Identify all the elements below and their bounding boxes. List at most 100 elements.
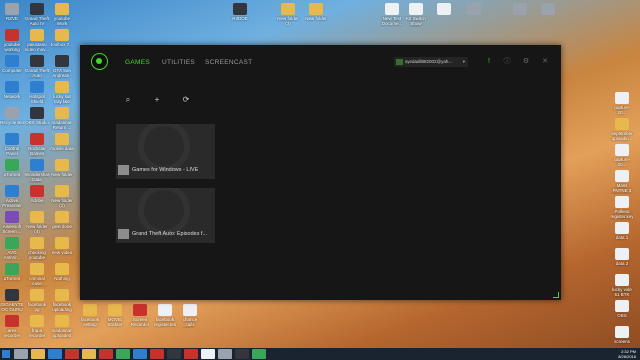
desktop-icon[interactable]: uTorrent [0,263,24,287]
tab-screencast[interactable]: SCREENCAST [205,59,252,66]
desktop-icon[interactable]: Kit Switch Show App... [404,3,428,27]
desktop-icon[interactable]: facebook uploading [50,289,74,313]
desktop-icon[interactable]: capture-20... [610,92,634,116]
desktop-icon[interactable]: Aiseesoft Screen ... [0,211,24,235]
desktop-icon[interactable] [508,3,532,27]
desktop-icon[interactable]: youtube working 2016 [0,29,24,53]
taskbar-app-icon[interactable] [82,349,96,359]
desktop-icon[interactable]: GTA San Andreas - ... [50,55,74,79]
desktop-icon[interactable]: frapa recorder [25,315,49,339]
desktop-icon[interactable]: youtube Work [50,3,74,27]
desktop-icon[interactable]: New folder [50,159,74,183]
desktop-icon[interactable]: Rockstar Games Soci... [25,133,49,157]
desktop-icon-label: facebook register.tes [153,317,176,327]
tab-utilities[interactable]: UTILITIES [162,59,195,66]
desktop-icon[interactable]: Pollena register.key 2 [610,196,634,220]
taskbar-app-icon[interactable] [48,349,62,359]
desktop-icon[interactable]: screens [610,326,634,350]
add-game-icon[interactable]: + [152,95,162,105]
desktop-icon[interactable]: gest done [50,211,74,235]
game-card[interactable]: Grand Theft Auto: Episodes f... [116,188,215,243]
desktop-icon[interactable]: RIIDOE [228,3,252,27]
desktop-icon[interactable]: Hotspot Shield [25,81,49,105]
taskbar-app-icon[interactable] [218,349,232,359]
desktop-icon[interactable]: AVG AntiVir... [0,237,24,261]
desktop-icon-label: chance calls Annie... [182,317,198,328]
desktop-icon[interactable]: toolbox 7... [50,29,74,53]
game-card[interactable]: Games for Windows - LIVE [116,124,215,179]
desktop-icon[interactable]: madasnan Return ... [50,107,74,131]
desktop-icon[interactable] [536,3,560,27]
desktop-icon[interactable]: New folder (2) [50,185,74,209]
desktop-icon[interactable]: Screen Recorder [128,304,152,328]
desktop-icon[interactable]: Active Presenter [0,185,24,209]
desktop-icon[interactable]: Mass FNTNE 3 2016-09... [610,170,634,194]
desktop-icon[interactable]: criminal case world.page [25,263,49,287]
desktop-icon[interactable]: MOVIE Stickter [103,304,127,328]
desktop-icon-label: data 1 [615,235,629,240]
desktop-icon[interactable] [432,3,456,27]
taskbar-app-icon[interactable] [65,349,79,359]
desktop-icon[interactable]: chance calls Annie... [178,304,202,328]
desktop-icon[interactable]: OBS [610,300,634,324]
desktop-icon[interactable]: New folder (4) [25,211,49,235]
account-dropdown[interactable]: syedadil882002@yah... ▾ [394,57,468,67]
desktop-icon[interactable]: Grand Theft Auto Episod... [25,55,49,79]
desktop-icon[interactable]: facebook setting [78,304,102,328]
system-clock[interactable]: 2:32 PM 8/26/2016 [618,349,636,359]
taskbar-app-icon[interactable] [133,349,147,359]
desktop-icon[interactable]: Grand Theft Auto IV [25,3,49,27]
desktop-icon[interactable]: New Text Docume... [380,3,404,27]
desktop-icon[interactable]: Control Panel [0,133,24,157]
taskbar-razer-cortex-icon[interactable] [252,349,266,359]
tab-games[interactable]: GAMES [125,59,150,66]
taskbar-app-icon[interactable] [184,349,198,359]
desktop-icon[interactable] [462,3,486,27]
desktop-icon[interactable]: RZVE [0,3,24,27]
desktop-icon[interactable]: checking youtube [25,237,49,261]
desktop-icon[interactable]: Nothing [50,263,74,287]
start-button-icon[interactable] [2,350,10,358]
desktop-icon[interactable]: capture-20... [610,144,634,168]
search-icon[interactable]: ⌕ [123,95,133,105]
taskbar-folder-icon[interactable] [31,349,45,359]
desktop-icon[interactable]: uTorrent [0,159,24,183]
desktop-icon[interactable]: data 1 [610,222,634,246]
desktop-icon[interactable]: mobile data [50,133,74,157]
taskbar-app-icon[interactable] [235,349,249,359]
desktop-icon[interactable]: Wondershare Data Recov... [25,159,49,183]
taskbar-app-icon[interactable] [116,349,130,359]
desktop-icon[interactable]: Recycle Bin [0,107,24,131]
razer-cortex-logo-icon[interactable] [91,53,108,70]
desktop-icon[interactable]: New folder [304,3,328,27]
desktop-icon[interactable]: september uploadin... [610,118,634,142]
desktop-icon[interactable]: madasnan uploaded [50,315,74,339]
desktop-icon[interactable]: facebook pg [25,289,49,313]
desktop-icon[interactable]: OBS Studio [25,107,49,131]
taskbar-app-icon[interactable] [150,349,164,359]
desktop-icon[interactable]: Computer [0,55,24,79]
desktop-icon[interactable]: lucky vide 51 BTK dun... [610,274,634,298]
taskbar-app-icon[interactable] [99,349,113,359]
notification-icon[interactable]: ! [485,57,493,66]
desktop-icon[interactable]: GIGABYTE OC GURU [0,289,24,313]
taskbar-app-icon[interactable] [167,349,181,359]
refresh-icon[interactable]: ⟳ [181,95,191,105]
desktop-icon[interactable]: Adobe [25,185,49,209]
desktop-icon[interactable]: New folder (3) [276,3,300,27]
desktop-icon[interactable]: facebook register.tes [153,304,177,328]
desktop-icon[interactable]: new video [50,237,74,261]
resize-handle[interactable] [553,292,559,298]
desktop-icon[interactable]: ares recorder [0,315,24,339]
taskbar-app-icon[interactable] [201,349,215,359]
desktop-icon[interactable]: pakistanu video mov... [25,29,49,53]
desktop-icon[interactable]: Network [0,81,24,105]
desktop-icon-label [536,16,560,27]
taskbar-app-icon[interactable] [14,349,28,359]
settings-gear-icon[interactable]: ⚙ [522,57,530,66]
desktop-icon-image [30,107,44,119]
desktop-icon[interactable]: lucky sat tray f&e ready ... [50,81,74,105]
close-icon[interactable]: ✕ [541,57,549,66]
info-icon[interactable]: ⓘ [503,57,511,66]
desktop-icon[interactable]: data 2 [610,248,634,272]
